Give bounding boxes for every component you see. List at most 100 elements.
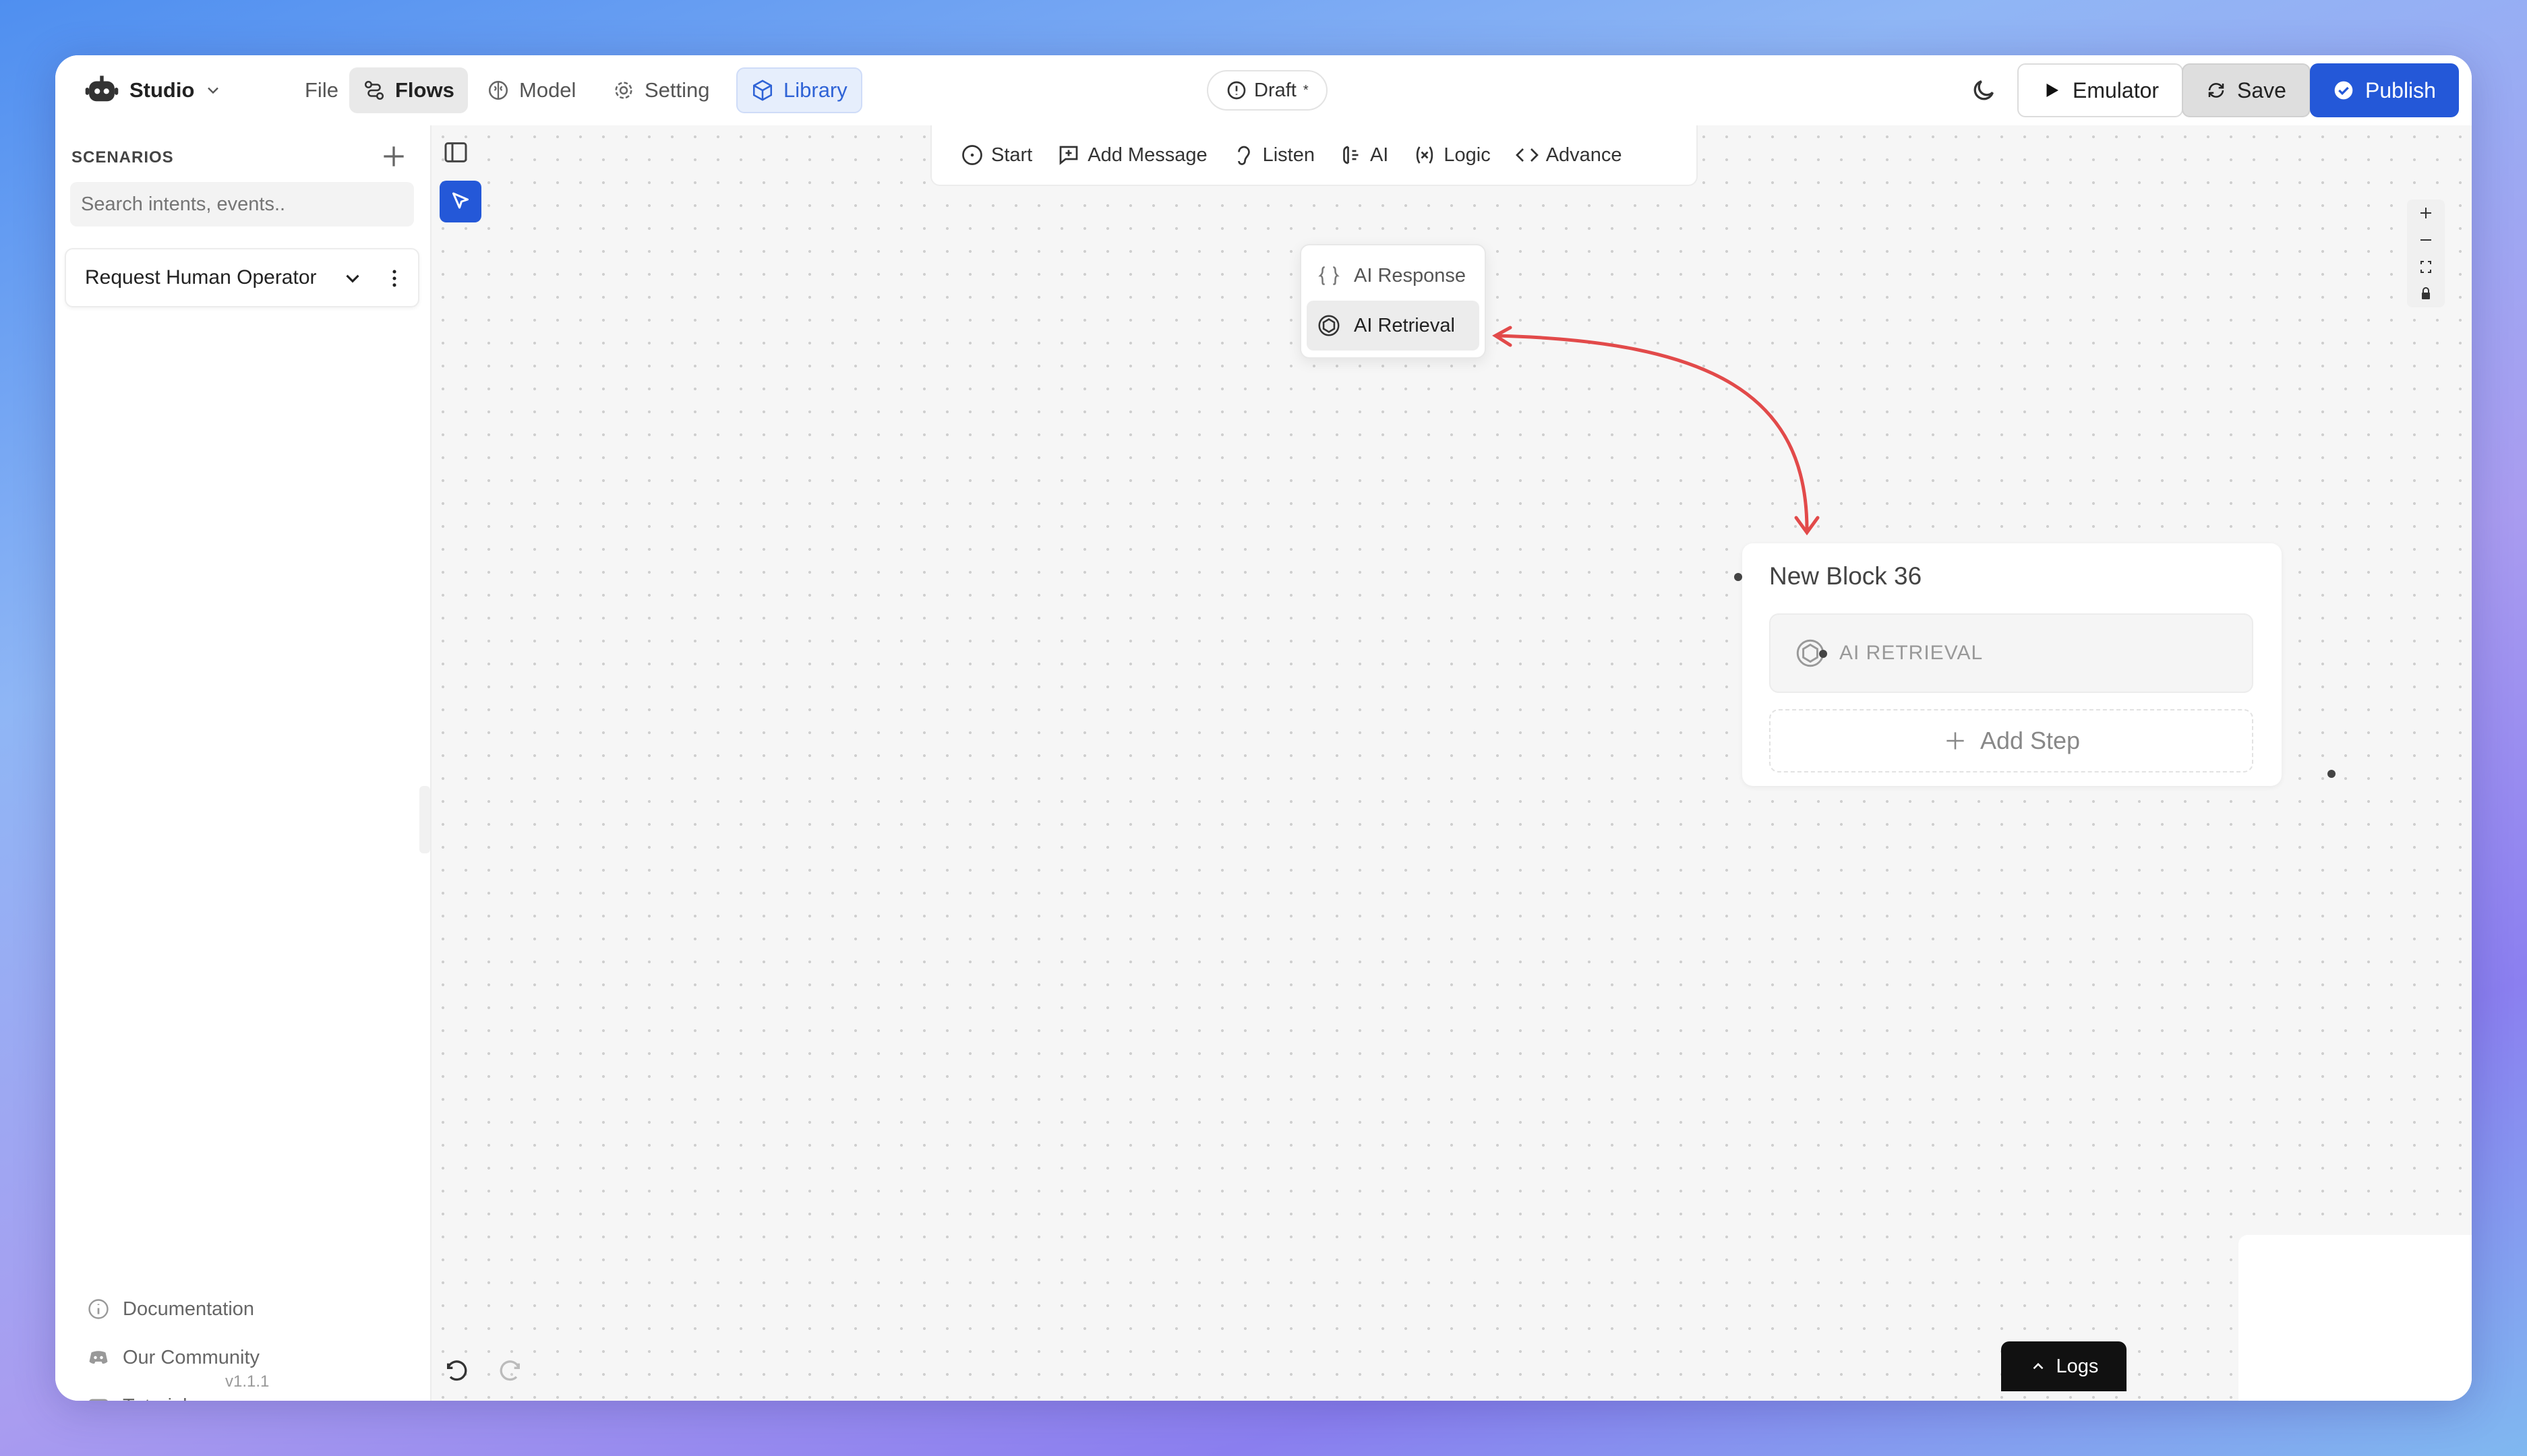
- tool-start[interactable]: Start: [948, 135, 1044, 175]
- draft-status[interactable]: Draft *: [1207, 70, 1328, 111]
- info-icon: [88, 1299, 109, 1319]
- tab-model[interactable]: Model: [473, 67, 589, 113]
- scenario-label: Request Human Operator: [85, 266, 317, 289]
- file-label: File: [305, 78, 338, 102]
- flow-block[interactable]: New Block 36 AI RETRIEVAL Add Step: [1742, 543, 2282, 786]
- scenario-item[interactable]: Request Human Operator: [65, 248, 419, 307]
- logic-label: Logic: [1444, 144, 1491, 166]
- start-label: Start: [991, 144, 1033, 166]
- block-output-handle[interactable]: [2327, 770, 2336, 778]
- lock-icon[interactable]: [2407, 280, 2445, 307]
- add-message-label: Add Message: [1088, 144, 1208, 166]
- play-circle-icon: [962, 145, 982, 165]
- play-icon: [2046, 84, 2058, 97]
- tool-add-message[interactable]: Add Message: [1044, 135, 1219, 175]
- openai-icon: [1318, 315, 1340, 336]
- save-label: Save: [2237, 78, 2286, 102]
- info-circle-icon: [1227, 81, 1246, 100]
- check-circle-icon: [2334, 81, 2353, 100]
- undo-icon[interactable]: [444, 1359, 471, 1386]
- add-step-button[interactable]: Add Step: [1769, 709, 2253, 772]
- flows-icon: [364, 80, 384, 100]
- menu-item-ai-retrieval[interactable]: AI Retrieval: [1307, 301, 1479, 351]
- youtube-icon: [89, 1399, 108, 1401]
- node-toolbar: Start Add Message Listen AI Logic Advanc…: [930, 125, 1698, 186]
- setting-label: Setting: [645, 78, 710, 102]
- tab-flows[interactable]: Flows: [349, 67, 468, 113]
- scenarios-title: SCENARIOS: [71, 148, 174, 166]
- robot-logo-icon: [85, 75, 119, 102]
- ai-retrieval-label: AI Retrieval: [1354, 314, 1455, 336]
- moon-icon[interactable]: [1970, 77, 1997, 104]
- app-window: Studio File Flows Model Setting Library …: [55, 55, 2472, 1401]
- ai-response-label: AI Response: [1354, 264, 1466, 286]
- step-input-handle[interactable]: [1819, 650, 1827, 658]
- zoom-controls: [2407, 200, 2445, 307]
- add-scenario-icon[interactable]: [379, 142, 409, 171]
- ai-retrieval-step[interactable]: AI RETRIEVAL: [1769, 613, 2253, 693]
- tool-advance[interactable]: Advance: [1503, 135, 1634, 175]
- sidebar-resize-handle[interactable]: [419, 786, 430, 853]
- code-icon: [1515, 148, 1539, 162]
- tab-setting[interactable]: Setting: [599, 67, 723, 113]
- listen-label: Listen: [1262, 144, 1315, 166]
- tab-library[interactable]: Library: [736, 67, 862, 113]
- logs-button[interactable]: Logs: [2001, 1341, 2127, 1391]
- publish-label: Publish: [2365, 78, 2436, 102]
- fit-view-icon[interactable]: [2407, 253, 2445, 280]
- zoom-in-icon[interactable]: [2407, 200, 2445, 226]
- studio-label: Studio: [129, 78, 195, 102]
- chevron-up-icon: [2033, 1362, 2043, 1370]
- tool-ai[interactable]: AI: [1327, 135, 1400, 175]
- library-label: Library: [783, 78, 848, 102]
- cube-icon: [752, 80, 773, 101]
- search-input[interactable]: [70, 182, 414, 226]
- tutorials-label: Tutorials: [123, 1395, 197, 1401]
- version-label: v1.1.1: [225, 1372, 270, 1391]
- ai-brain-icon: [1343, 146, 1359, 164]
- draft-modified-mark: *: [1303, 82, 1309, 98]
- zoom-out-icon[interactable]: [2407, 226, 2445, 253]
- publish-button[interactable]: Publish: [2310, 63, 2459, 117]
- message-plus-icon: [1059, 146, 1078, 165]
- documentation-label: Documentation: [123, 1298, 255, 1320]
- chevron-down-icon[interactable]: [341, 267, 364, 290]
- ai-label: AI: [1369, 144, 1389, 166]
- advance-label: Advance: [1545, 144, 1622, 166]
- select-tool-button[interactable]: [440, 181, 481, 222]
- logs-label: Logs: [2056, 1355, 2099, 1377]
- variable-icon: [1417, 146, 1433, 164]
- braces-icon: [1318, 266, 1340, 285]
- emulator-button[interactable]: Emulator: [2017, 63, 2184, 117]
- emulator-label: Emulator: [2073, 78, 2160, 102]
- ear-icon: [1237, 146, 1250, 165]
- ai-dropdown-menu: AI Response AI Retrieval: [1300, 244, 1486, 359]
- community-label: Our Community: [123, 1346, 260, 1368]
- flow-canvas[interactable]: Start Add Message Listen AI Logic Advanc…: [432, 125, 2472, 1401]
- studio-menu[interactable]: Studio: [70, 67, 236, 113]
- cursor-icon: [452, 192, 469, 209]
- plus-icon: [1946, 732, 1964, 750]
- block-title: New Block 36: [1769, 562, 1922, 590]
- documentation-link[interactable]: Documentation: [86, 1285, 260, 1333]
- panel-toggle-icon[interactable]: [442, 139, 469, 166]
- gear-icon: [615, 82, 632, 99]
- draft-label: Draft: [1254, 79, 1297, 101]
- model-label: Model: [519, 78, 576, 102]
- menu-item-ai-response[interactable]: AI Response: [1307, 251, 1479, 301]
- block-input-handle[interactable]: [1734, 573, 1742, 581]
- chevron-down-icon: [208, 87, 219, 94]
- tool-logic[interactable]: Logic: [1400, 135, 1502, 175]
- top-bar: Studio File Flows Model Setting Library …: [55, 55, 2472, 127]
- step-label: AI RETRIEVAL: [1839, 642, 1984, 664]
- discord-icon: [89, 1351, 108, 1364]
- tool-listen[interactable]: Listen: [1220, 135, 1327, 175]
- redo-icon[interactable]: [496, 1359, 523, 1386]
- brain-icon: [488, 80, 508, 100]
- save-button[interactable]: Save: [2182, 63, 2311, 117]
- minimap[interactable]: [2238, 1235, 2472, 1401]
- scenarios-sidebar: SCENARIOS Request Human Operator Documen…: [55, 125, 432, 1401]
- add-step-label: Add Step: [1980, 727, 2081, 754]
- more-vertical-icon[interactable]: [383, 266, 406, 291]
- flows-label: Flows: [395, 78, 454, 102]
